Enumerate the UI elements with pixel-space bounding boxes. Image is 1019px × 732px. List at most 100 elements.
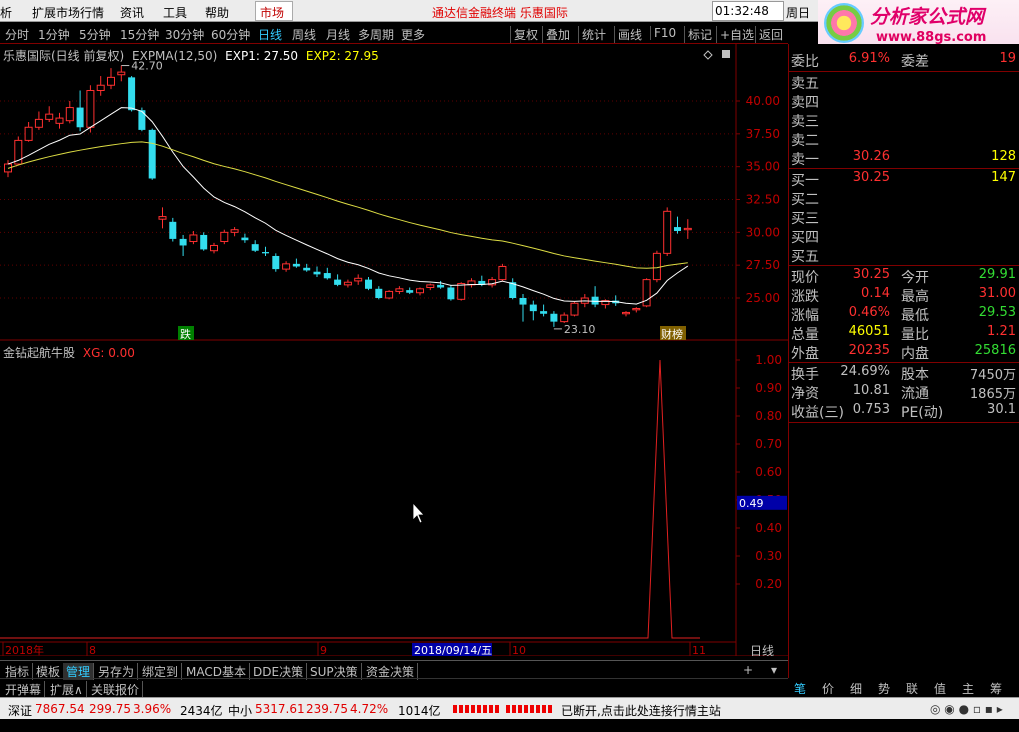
period-tab[interactable]: 1分钟 xyxy=(38,26,70,43)
quote-label: 外盘 xyxy=(791,346,819,362)
quote-label: 卖三 xyxy=(791,114,819,130)
indicator-info-line: 金钻起航牛股 XG: 0.00 xyxy=(3,344,135,361)
candle-body-up xyxy=(158,216,167,220)
candle-body-up xyxy=(498,265,507,281)
quote-value: 31.00 xyxy=(978,286,1016,301)
period-tab[interactable]: 分时 xyxy=(5,26,29,43)
quote-label: 涨跌 xyxy=(791,289,819,305)
candle-body-up xyxy=(354,277,363,282)
quote-label: 换手 xyxy=(791,367,819,383)
period-tab[interactable]: 5分钟 xyxy=(79,26,111,43)
marker-label: 财榜 xyxy=(661,327,683,341)
candle-body-down xyxy=(437,284,445,288)
action-button[interactable]: 复权 xyxy=(510,26,538,43)
related-quotes-button[interactable]: 关联报价 xyxy=(88,681,144,698)
menu-item-help[interactable]: 帮助 xyxy=(205,4,229,21)
smb-index-change: 239.75 xyxy=(306,702,348,716)
quote-tab[interactable]: 筹 xyxy=(990,680,1002,697)
quote-value: 10.81 xyxy=(852,383,890,398)
quote-value: 1865万 xyxy=(969,387,1016,402)
quote-label: 最低 xyxy=(901,308,929,324)
action-button[interactable]: 统计 xyxy=(578,26,606,43)
toggle-danmaku[interactable]: 开弹幕 xyxy=(2,681,46,698)
scroll-down-icon[interactable]: ▾ xyxy=(768,663,780,677)
period-tab[interactable]: 15分钟 xyxy=(120,26,159,43)
square-icon[interactable] xyxy=(722,50,730,58)
candle-body-up xyxy=(622,311,630,315)
menu-item-analysis[interactable]: 析 xyxy=(0,4,12,21)
action-button[interactable]: 画线 xyxy=(614,26,642,43)
menu-item-tools[interactable]: 工具 xyxy=(163,4,187,21)
date-axis-label: 8 xyxy=(89,644,96,656)
candle-body-up xyxy=(107,76,115,86)
indicator-tick-label: 0.40 xyxy=(755,521,782,535)
action-button[interactable]: 叠加 xyxy=(542,26,570,43)
market-button[interactable]: 市场 xyxy=(255,1,293,21)
quote-value: 30.1 xyxy=(987,402,1016,417)
add-icon[interactable]: + xyxy=(740,663,756,677)
candle-body-up xyxy=(210,244,218,252)
period-tab-more[interactable]: 更多 xyxy=(401,26,425,43)
indicator-tick-label: 0.80 xyxy=(755,409,782,423)
buy-level-row: 买五 xyxy=(789,246,1019,265)
candle-body-up xyxy=(86,89,95,128)
period-tab[interactable]: 周线 xyxy=(292,26,316,43)
period-tab-selected[interactable]: 日线 xyxy=(258,26,282,43)
candle-body-down xyxy=(241,237,249,241)
indicator-name: EXPMA(12,50) xyxy=(132,49,218,63)
quote-value: 147 xyxy=(991,170,1016,185)
date-axis-label: 11 xyxy=(692,644,706,656)
period-tab[interactable]: 30分钟 xyxy=(165,26,204,43)
candle-body-down xyxy=(292,263,300,267)
connection-status[interactable]: 已断开,点击此处连接行情主站 xyxy=(561,702,721,719)
candle-body-down xyxy=(334,279,342,285)
quote-label: PE(动) xyxy=(901,405,944,421)
candle-body-up xyxy=(24,126,33,141)
current-value-label: 0.49 xyxy=(739,497,764,510)
action-button[interactable]: +自选 xyxy=(716,26,754,43)
sz-index-value: 7867.54 xyxy=(35,702,85,716)
quote-label: 总量 xyxy=(791,327,819,343)
quote-tab[interactable]: 联 xyxy=(906,680,918,697)
candle-body-down xyxy=(529,304,537,312)
fin-row: 收益(三) 0.753 PE(动) 30.1 xyxy=(789,402,1019,421)
period-tab[interactable]: 60分钟 xyxy=(211,26,250,43)
candle-body-down xyxy=(169,221,177,239)
quote-label: 买五 xyxy=(791,249,819,265)
quote-label: 流通 xyxy=(901,386,929,402)
market-bars-icon xyxy=(453,705,501,713)
menu-item-news[interactable]: 资讯 xyxy=(120,4,144,21)
menu-item-ext-market[interactable]: 扩展市场行情 xyxy=(32,4,104,21)
status-bar: 深证 7867.54 299.75 3.96% 2434亿 中小 5317.61… xyxy=(0,697,1019,719)
candle-body-down xyxy=(272,255,280,270)
quote-label: 收益(三) xyxy=(791,405,844,421)
quote-value: 30.25 xyxy=(852,170,890,185)
quote-label: 买一 xyxy=(791,173,819,189)
status-icons[interactable]: ◎ ◉ ● ▫ ▪ ▸ xyxy=(930,702,1003,716)
quote-tab[interactable]: 主 xyxy=(962,680,974,697)
quote-value: 1.21 xyxy=(987,324,1016,339)
quote-label: 卖二 xyxy=(791,133,819,149)
quote-label: 净资 xyxy=(791,386,819,402)
action-button[interactable]: 返回 xyxy=(755,26,783,43)
quote-tab[interactable]: 价 xyxy=(822,680,834,697)
exp1-line xyxy=(7,107,689,305)
candle-body-up xyxy=(632,308,641,311)
action-button[interactable]: 标记 xyxy=(684,26,712,43)
quote-tab[interactable]: 笔 xyxy=(794,680,806,697)
action-button[interactable]: F10 xyxy=(650,26,676,40)
quote-tab[interactable]: 细 xyxy=(850,680,862,697)
diamond-icon[interactable] xyxy=(703,50,713,60)
candle-body-up xyxy=(457,283,466,300)
period-label: 日线 xyxy=(750,644,774,656)
period-tab[interactable]: 多周期 xyxy=(358,26,394,43)
candle-body-up xyxy=(230,229,239,233)
candle-body-up xyxy=(282,263,291,270)
expand-button[interactable]: 扩展∧ xyxy=(47,681,87,698)
sell-level-row: 卖四 xyxy=(789,92,1019,111)
quote-tab[interactable]: 势 xyxy=(878,680,890,697)
quote-tab[interactable]: 值 xyxy=(934,680,946,697)
candle-body-up xyxy=(189,234,198,243)
quote-label: 卖四 xyxy=(791,95,819,111)
period-tab[interactable]: 月线 xyxy=(326,26,350,43)
